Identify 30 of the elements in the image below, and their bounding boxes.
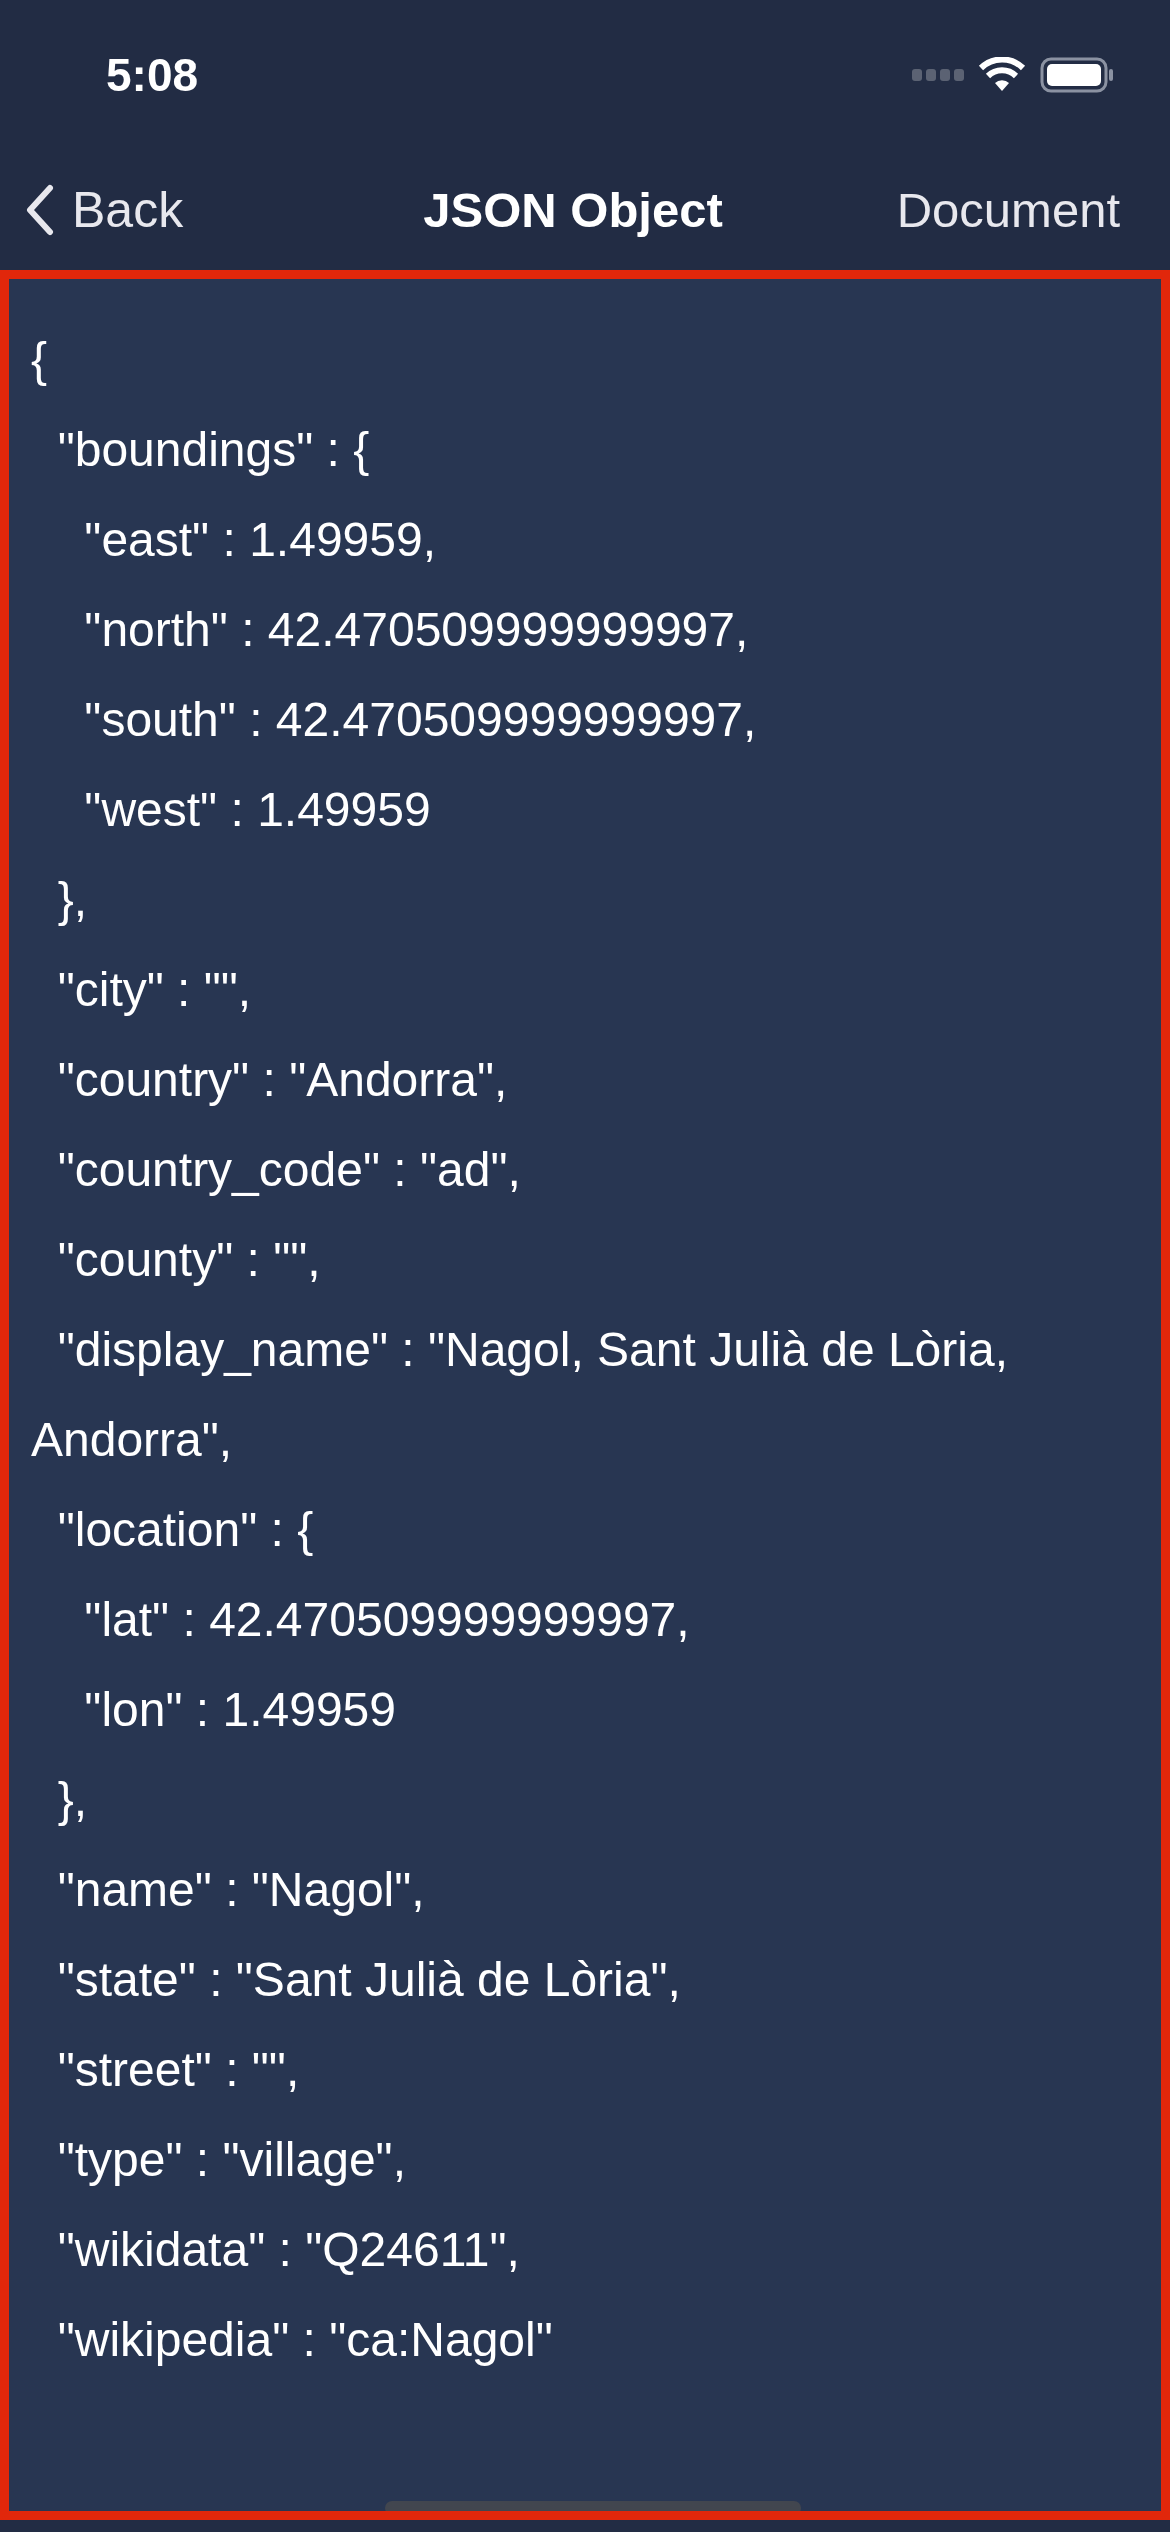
code-line: "wikipedia" : "ca:Nagol" [56,2312,554,2368]
code-line: "west" : 1.49959 [83,782,432,838]
code-line: "location" : { [56,1502,315,1558]
code-line: "display_name" : "Nagol, Sant Julià de Lòria, Andorra", [31,1322,1009,1468]
code-line: "lat" : 42.470509999999997, [83,1592,691,1648]
chevron-left-icon [26,184,54,236]
code-line: "south" : 42.470509999999997, [83,692,758,748]
code-line: "name" : "Nagol", [56,1862,426,1918]
code-line: "north" : 42.470509999999997, [83,602,750,658]
code-line: "country_code" : "ad", [56,1142,522,1198]
code-line: "type" : "village", [56,2132,407,2188]
code-line: "boundings" : { [56,422,371,478]
nav-title: JSON Object [423,182,723,238]
code-line: }, [56,1772,89,1828]
wifi-icon [978,57,1026,93]
back-button[interactable]: Back [26,181,184,239]
status-time: 5:08 [106,48,199,102]
code-line: "lon" : 1.49959 [83,1682,397,1738]
code-line: "east" : 1.49959, [83,512,437,568]
battery-icon [1040,57,1114,93]
code-line: "city" : "", [56,962,253,1018]
signal-icon [912,69,964,81]
code-line: "street" : "", [56,2042,301,2098]
code-line: "county" : "", [56,1232,322,1288]
code-line: "wikidata" : "Q24611", [56,2222,521,2278]
document-button[interactable]: Document [896,182,1120,238]
code-line: "country" : "Andorra", [56,1052,509,1108]
code-line: { [31,332,49,388]
code-line: "state" : "Sant Julià de Lòria", [56,1952,682,2008]
code-line: }, [56,872,89,928]
